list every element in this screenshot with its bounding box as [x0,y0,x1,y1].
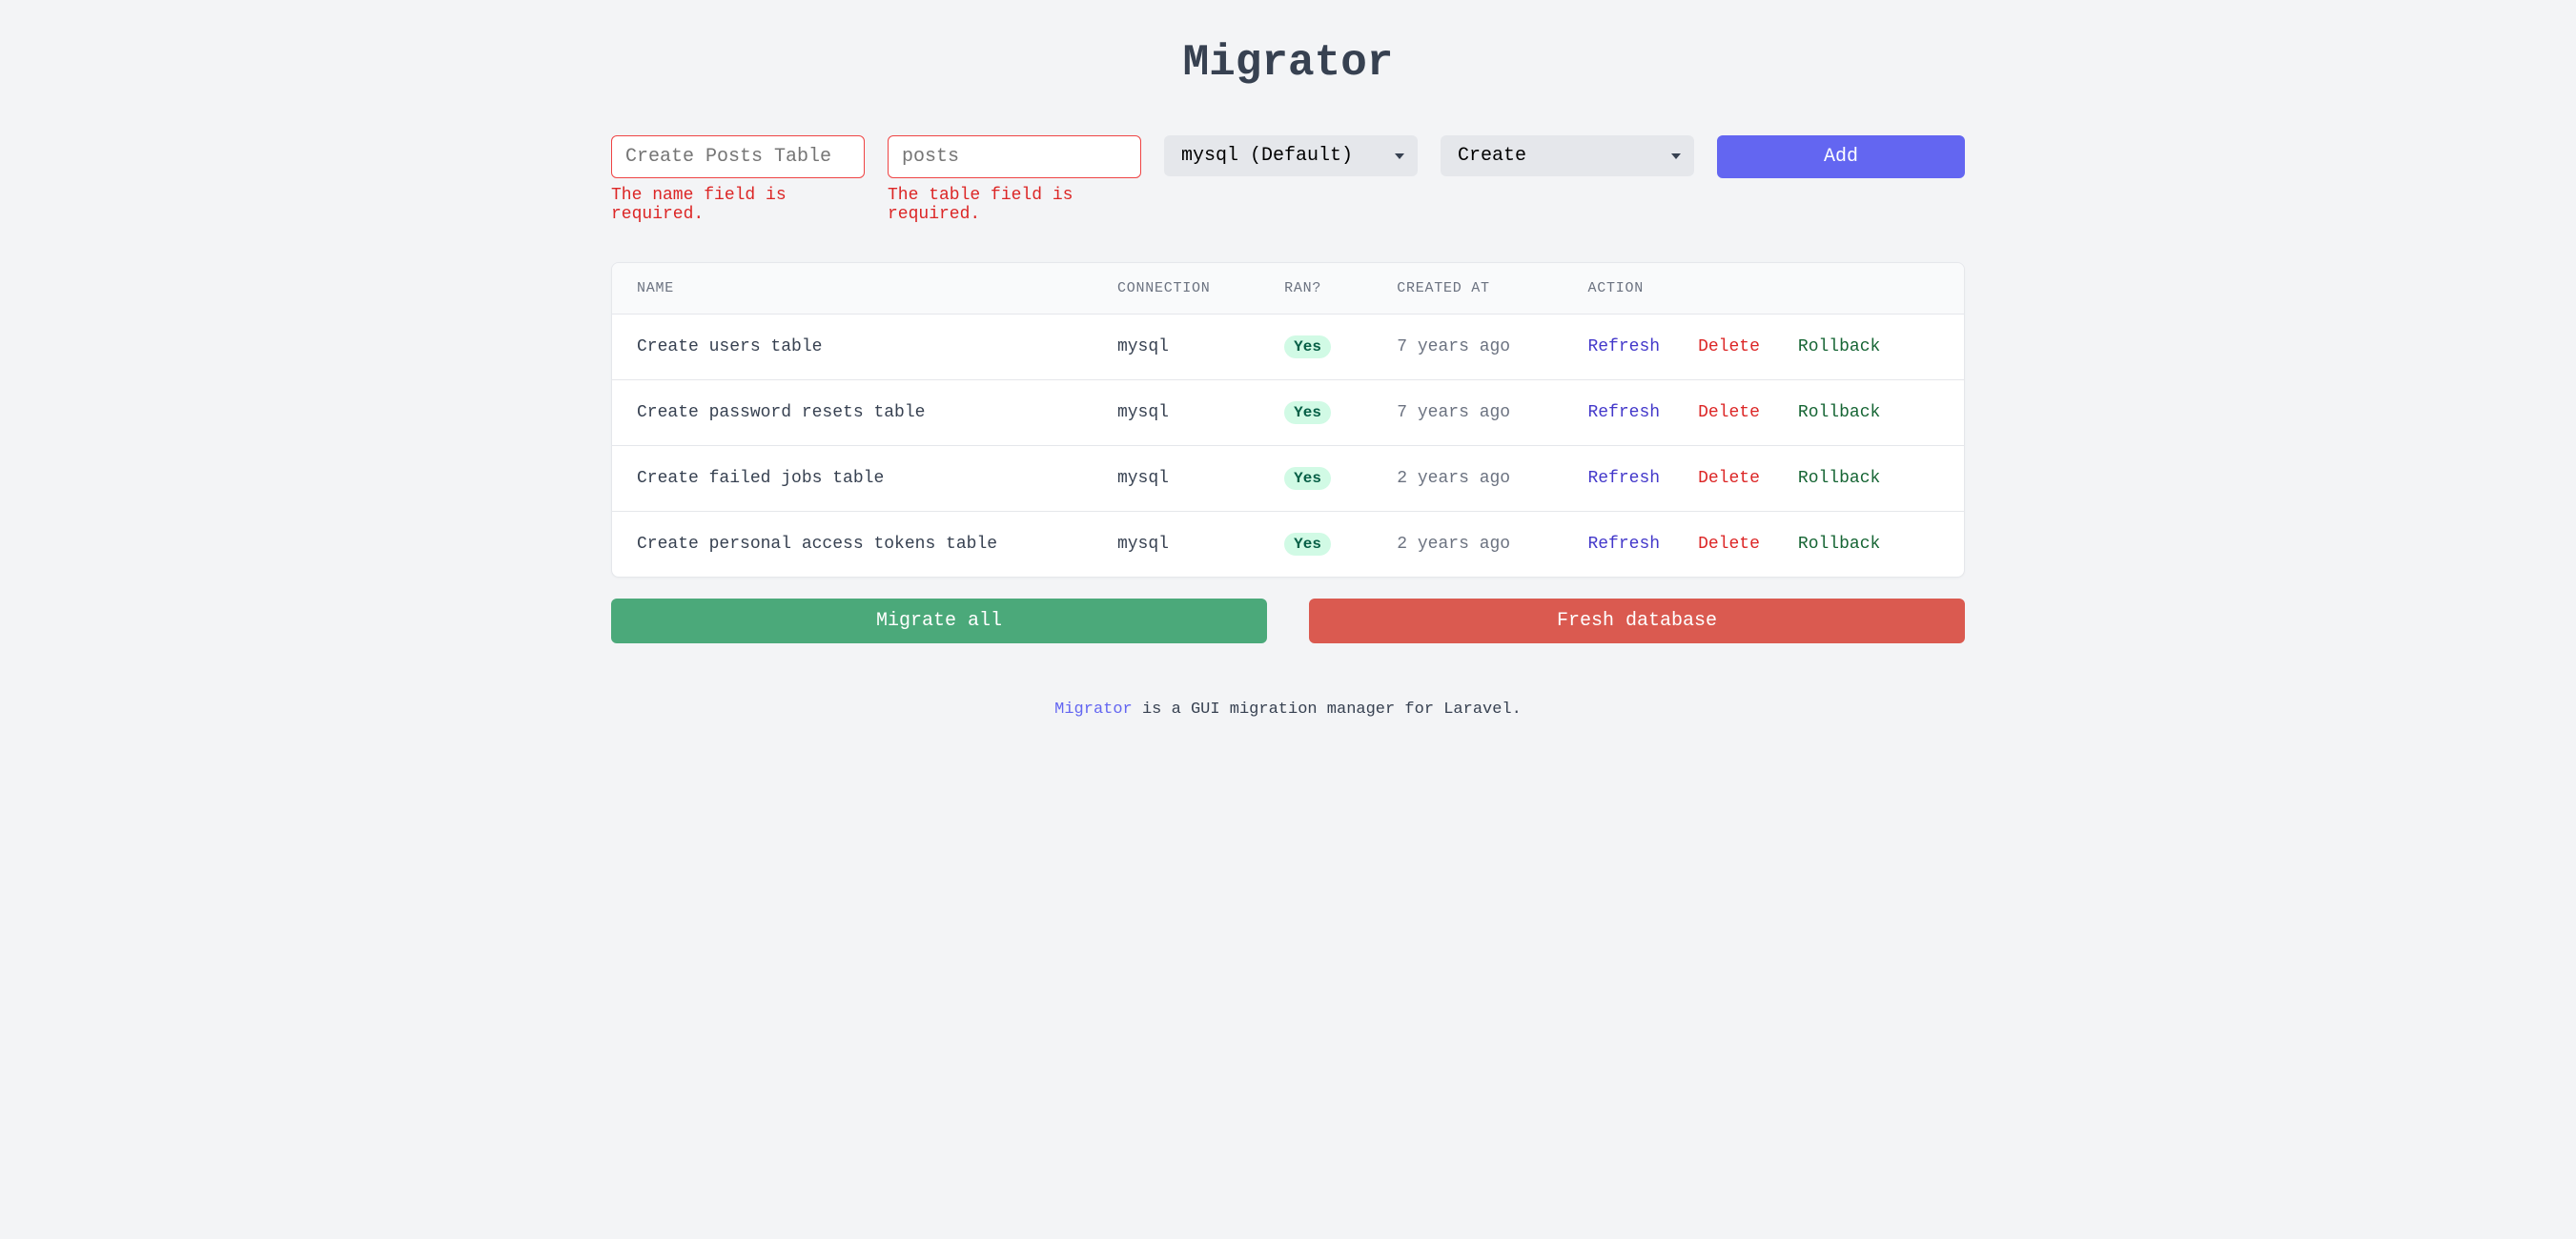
create-migration-form: The name field is required. The table fi… [611,135,1965,224]
col-header-created-at: CREATED AT [1372,263,1563,315]
table-row: Create users tablemysqlYes7 years agoRef… [612,315,1964,380]
type-select[interactable]: Create [1441,135,1694,176]
ran-badge: Yes [1284,335,1331,358]
page-title: Migrator [611,38,1965,88]
cell-ran: Yes [1259,380,1372,446]
migrate-all-button[interactable]: Migrate all [611,599,1267,643]
connection-select-wrap: mysql (Default) [1164,135,1418,176]
cell-connection: mysql [1093,380,1259,446]
cell-created-at: 2 years ago [1372,512,1563,578]
rollback-link[interactable]: Rollback [1798,535,1880,554]
cell-name: Create failed jobs table [612,446,1093,512]
table-row: Create personal access tokens tablemysql… [612,512,1964,578]
table-input[interactable] [888,135,1141,178]
col-header-action: ACTION [1563,263,1964,315]
cell-connection: mysql [1093,315,1259,380]
cell-name: Create personal access tokens table [612,512,1093,578]
cell-action: Refresh Delete Rollback [1563,512,1964,578]
refresh-link[interactable]: Refresh [1587,469,1660,488]
cell-connection: mysql [1093,446,1259,512]
migrations-table: NAME CONNECTION RAN? CREATED AT ACTION C… [612,263,1964,577]
cell-action: Refresh Delete Rollback [1563,446,1964,512]
rollback-link[interactable]: Rollback [1798,337,1880,356]
delete-link[interactable]: Delete [1698,469,1760,488]
col-header-ran: RAN? [1259,263,1372,315]
refresh-link[interactable]: Refresh [1587,535,1660,554]
cell-action: Refresh Delete Rollback [1563,315,1964,380]
type-select-wrap: Create [1441,135,1694,176]
refresh-link[interactable]: Refresh [1587,403,1660,422]
table-field-group: The table field is required. [888,135,1141,224]
footer-text: is a GUI migration manager for Laravel. [1133,701,1522,719]
cell-name: Create users table [612,315,1093,380]
ran-badge: Yes [1284,467,1331,490]
cell-created-at: 7 years ago [1372,380,1563,446]
cell-connection: mysql [1093,512,1259,578]
col-header-name: NAME [612,263,1093,315]
migrations-table-card: NAME CONNECTION RAN? CREATED AT ACTION C… [611,262,1965,578]
col-header-connection: CONNECTION [1093,263,1259,315]
cell-created-at: 2 years ago [1372,446,1563,512]
name-error-message: The name field is required. [611,186,865,224]
cell-ran: Yes [1259,315,1372,380]
table-row: Create failed jobs tablemysql Yes 2 years … [612,446,1964,512]
table-row: Create password resets tablemysql Yes 7 ye… [612,380,1964,446]
delete-link[interactable]: Delete [1698,337,1760,356]
footer: Migrator is a GUI migration manager for … [611,701,1965,719]
bulk-actions-row: Migrate all Fresh database [611,599,1965,643]
delete-link[interactable]: Delete [1698,403,1760,422]
ran-badge: Yes [1284,401,1331,424]
table-error-message: The table field is required. [888,186,1141,224]
cell-created-at: 7 years ago [1372,315,1563,380]
cell-action: Refresh Delete Rollback [1563,380,1964,446]
add-button[interactable]: Add [1717,135,1965,178]
fresh-database-button[interactable]: Fresh database [1309,599,1965,643]
cell-ran: Yes [1259,446,1372,512]
cell-name: Create password resets table [612,380,1093,446]
connection-select[interactable]: mysql (Default) [1164,135,1418,176]
delete-link[interactable]: Delete [1698,535,1760,554]
name-input[interactable] [611,135,865,178]
ran-badge: Yes [1284,533,1331,556]
cell-ran: Yes [1259,512,1372,578]
footer-link[interactable]: Migrator [1054,701,1133,719]
rollback-link[interactable]: Rollback [1798,403,1880,422]
rollback-link[interactable]: Rollback [1798,469,1880,488]
name-field-group: The name field is required. [611,135,865,224]
refresh-link[interactable]: Refresh [1587,337,1660,356]
